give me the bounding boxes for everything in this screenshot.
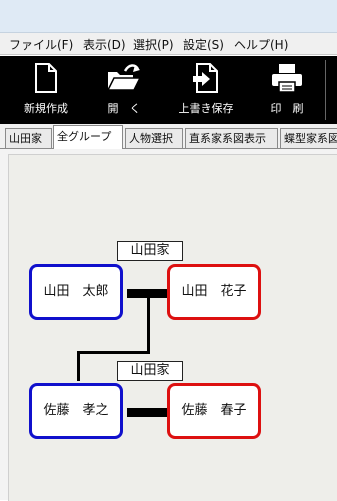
print-button[interactable]: 印 刷 xyxy=(255,56,319,124)
family-label-2: 山田家 xyxy=(117,361,183,381)
person-card[interactable]: 佐藤 春子 xyxy=(167,383,261,439)
save-document-icon xyxy=(193,63,218,93)
person-card[interactable]: 山田 花子 xyxy=(167,264,261,320)
tree-view-frame: 山田家 山田家 山田 太郎 山田 花子 佐藤 孝之 佐藤 春子 xyxy=(0,149,337,501)
menu-help[interactable]: ヘルプ(H) xyxy=(234,36,288,53)
menu-select[interactable]: 選択(P) xyxy=(133,36,174,53)
title-bar xyxy=(0,0,337,33)
descent-line-vertical xyxy=(147,298,150,354)
family-label-1: 山田家 xyxy=(117,241,183,261)
tab-yamada-family[interactable]: 山田家 xyxy=(5,128,52,148)
open-button[interactable]: 開 く xyxy=(92,56,156,124)
family-tree-canvas[interactable]: 山田家 山田家 山田 太郎 山田 花子 佐藤 孝之 佐藤 春子 xyxy=(8,154,337,501)
tab-direct-lineage[interactable]: 直系家系図表示 xyxy=(185,128,278,148)
print-button-label: 印 刷 xyxy=(270,102,304,115)
save-button[interactable]: 上書き保存 xyxy=(170,56,242,124)
tab-bar: 山田家 全グループ 人物選択 直系家系図表示 蝶型家系図 xyxy=(0,124,337,149)
tab-all-groups[interactable]: 全グループ xyxy=(53,125,123,149)
tab-person-select[interactable]: 人物選択 xyxy=(125,128,183,148)
marriage-line-1 xyxy=(127,289,167,298)
person-card[interactable]: 山田 太郎 xyxy=(29,264,123,320)
toolbar: 新規作成 開 く 上書き保存 印 刷 xyxy=(0,56,337,124)
new-document-icon xyxy=(35,63,57,93)
open-folder-icon xyxy=(106,64,142,91)
menu-file[interactable]: ファイル(F) xyxy=(9,36,73,53)
descent-line-horizontal xyxy=(77,351,150,354)
new-button-label: 新規作成 xyxy=(24,102,68,115)
person-card[interactable]: 佐藤 孝之 xyxy=(29,383,123,439)
open-button-label: 開 く xyxy=(107,102,141,115)
marriage-line-2 xyxy=(127,408,167,417)
tab-butterfly-tree[interactable]: 蝶型家系図 xyxy=(280,128,337,148)
new-button[interactable]: 新規作成 xyxy=(14,56,78,124)
menu-settings[interactable]: 設定(S) xyxy=(183,36,224,53)
printer-icon xyxy=(272,64,302,93)
menu-bar: ファイル(F) 表示(D) 選択(P) 設定(S) ヘルプ(H) xyxy=(0,33,337,55)
toolbar-separator xyxy=(325,60,326,120)
save-button-label: 上書き保存 xyxy=(178,102,234,115)
menu-view[interactable]: 表示(D) xyxy=(83,36,126,53)
descent-line-child xyxy=(77,351,80,381)
